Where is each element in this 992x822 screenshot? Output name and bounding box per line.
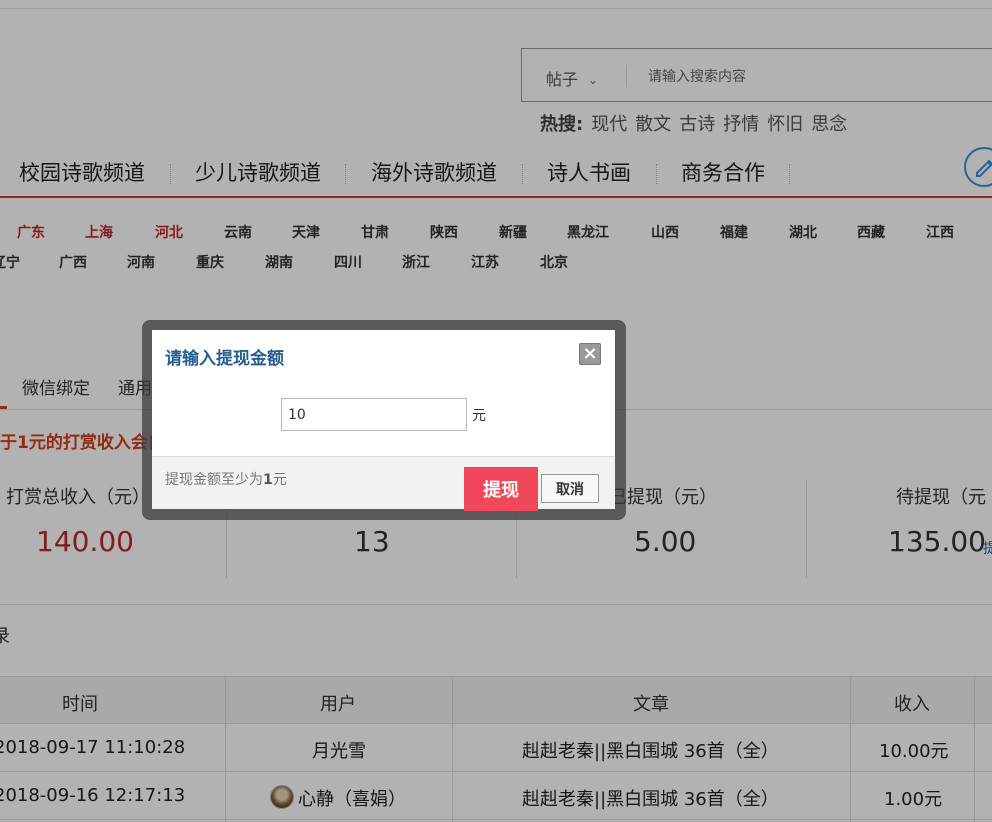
hint-prefix: 提现金额至少为 [165, 472, 263, 488]
withdraw-dialog: 请输入提现金额 × 元 提现金额至少为1元 提现 取消 [152, 330, 615, 511]
dialog-footer: 提现金额至少为1元 提现 取消 [152, 456, 615, 511]
amount-input[interactable] [281, 398, 467, 431]
hint-suffix: 元 [272, 472, 287, 488]
close-icon[interactable]: × [579, 343, 601, 365]
dialog-title: 请输入提现金额 [165, 349, 284, 369]
min-amount-hint: 提现金额至少为1元 [165, 469, 287, 489]
hint-min-value: 1 [263, 472, 273, 488]
page: 帖子⌄ 热搜:现代散文古诗抒情怀旧思念 校园诗歌频道 少儿诗歌频道 海外诗歌频道… [0, 0, 992, 822]
amount-unit: 元 [472, 408, 486, 424]
withdraw-button[interactable]: 提现 [464, 467, 538, 511]
cancel-button[interactable]: 取消 [541, 474, 599, 503]
